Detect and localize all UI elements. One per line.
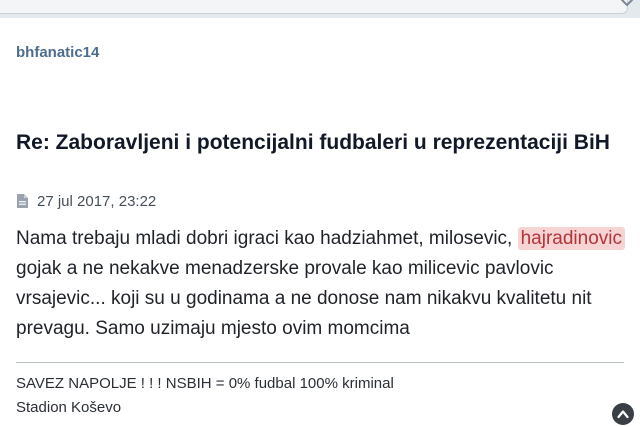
post-author[interactable]: bhfanatic14: [16, 44, 99, 61]
highlighted-keyword: hajradinovic: [517, 227, 626, 250]
scroll-to-top-button[interactable]: [612, 403, 634, 425]
top-strip: [0, 0, 640, 18]
post-body-text-1: Nama trebaju mladi dobri igraci kao hadz…: [16, 228, 518, 249]
post-body: Nama trebaju mladi dobri igraci kao hadz…: [16, 224, 628, 344]
post-body-text-2: gojak a ne nekakve menadzerske provale k…: [16, 258, 592, 339]
signature-line-1: SAVEZ NAPOLJE ! ! ! NSBIH = 0% fudbal 10…: [16, 375, 394, 392]
post-meta: 27 jul 2017, 23:22: [16, 190, 156, 212]
previous-post-panel: [0, 0, 628, 14]
caret-down-icon[interactable]: [620, 0, 634, 8]
signature-line-2: Stadion Koševo: [16, 399, 122, 416]
signature-divider: [16, 362, 624, 363]
forum-post: bhfanatic14 Re: Zaboravljeni i potencija…: [0, 18, 640, 427]
file-icon[interactable]: [16, 193, 29, 209]
chevron-up-icon: [617, 410, 629, 419]
post-title[interactable]: Re: Zaboravljeni i potencijalni fudbaler…: [16, 128, 616, 157]
post-signature: SAVEZ NAPOLJE ! ! ! NSBIH = 0% fudbal 10…: [16, 372, 394, 420]
post-date: 27 jul 2017, 23:22: [37, 192, 157, 210]
